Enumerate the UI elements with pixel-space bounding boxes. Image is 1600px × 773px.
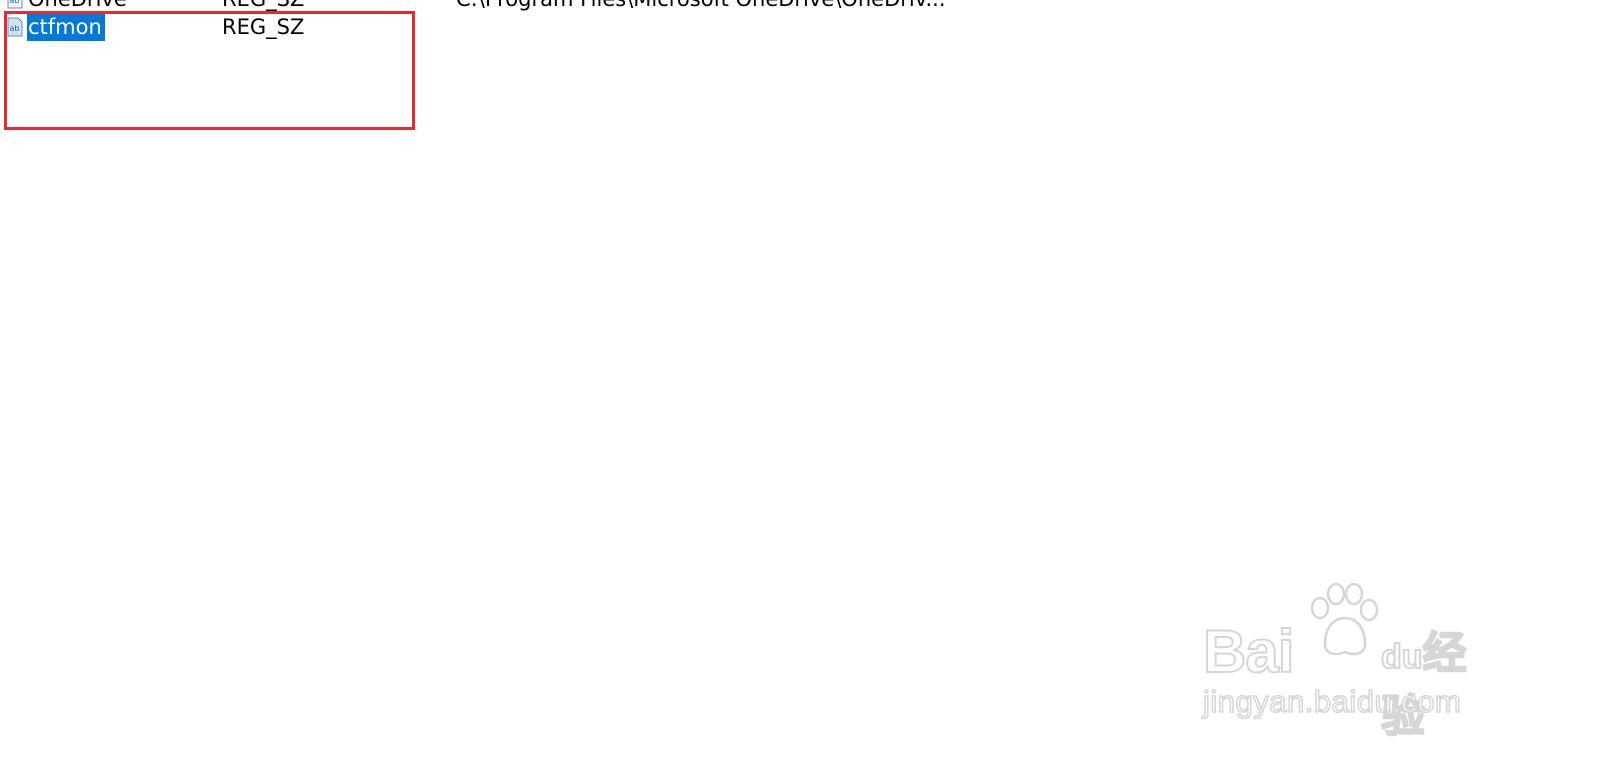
paw-logo-icon <box>1310 582 1379 656</box>
baidu-jingyan-watermark: Bai du经验 jingyan.baidu.com <box>1195 582 1490 743</box>
watermark-brand-suffix: du <box>1380 637 1424 677</box>
registry-value-name: OneDrive <box>27 0 130 13</box>
watermark-url: jingyan.baidu.com <box>1202 683 1462 720</box>
string-value-icon: ab <box>7 17 23 37</box>
registry-value-type: REG_SZ <box>222 0 304 13</box>
registry-value-data: C:\Program Files\Microsoft OneDrive\OneD… <box>456 0 946 13</box>
registry-value-type: REG_SZ <box>222 15 305 39</box>
svg-text:ab: ab <box>10 24 20 33</box>
svg-text:ab: ab <box>10 0 20 5</box>
registry-row-ctfmon[interactable]: ab ctfmon REG_SZ <box>0 13 1600 41</box>
string-value-icon: ab <box>7 0 23 9</box>
watermark-brand: Bai <box>1202 618 1295 685</box>
registry-row-onedrive[interactable]: ab OneDrive REG_SZ C:\Program Files\Micr… <box>0 0 1600 13</box>
registry-value-name: ctfmon <box>27 13 105 41</box>
